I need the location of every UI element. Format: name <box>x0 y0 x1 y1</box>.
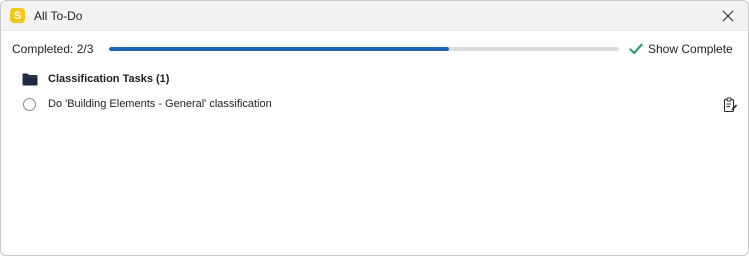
task-text[interactable]: Do 'Building Elements - General' classif… <box>48 98 272 110</box>
close-icon <box>722 10 734 22</box>
progress-bar <box>109 47 619 51</box>
completed-label: Completed: 2/3 <box>12 42 94 56</box>
folder-icon <box>22 73 38 86</box>
task-row: Do 'Building Elements - General' classif… <box>1 94 748 116</box>
progress-row: Completed: 2/3 Show Complete <box>1 31 748 67</box>
app-logo-letter: S <box>13 9 22 22</box>
check-icon <box>629 43 643 55</box>
task-group-label: Classification Tasks (1) <box>48 73 170 85</box>
app-logo-icon: S <box>10 8 25 23</box>
todo-window: S All To-Do Completed: 2/3 Show Complete… <box>0 0 749 256</box>
show-complete-label: Show Complete <box>648 42 733 56</box>
clipboard-edit-icon[interactable] <box>722 97 738 113</box>
task-group-classification[interactable]: Classification Tasks (1) <box>1 69 748 89</box>
close-button[interactable] <box>718 6 738 26</box>
window-title: All To-Do <box>34 9 83 23</box>
title-bar: S All To-Do <box>1 1 748 31</box>
progress-fill <box>109 47 450 51</box>
task-complete-checkbox[interactable] <box>23 98 36 111</box>
show-complete-toggle[interactable]: Show Complete <box>629 39 733 59</box>
